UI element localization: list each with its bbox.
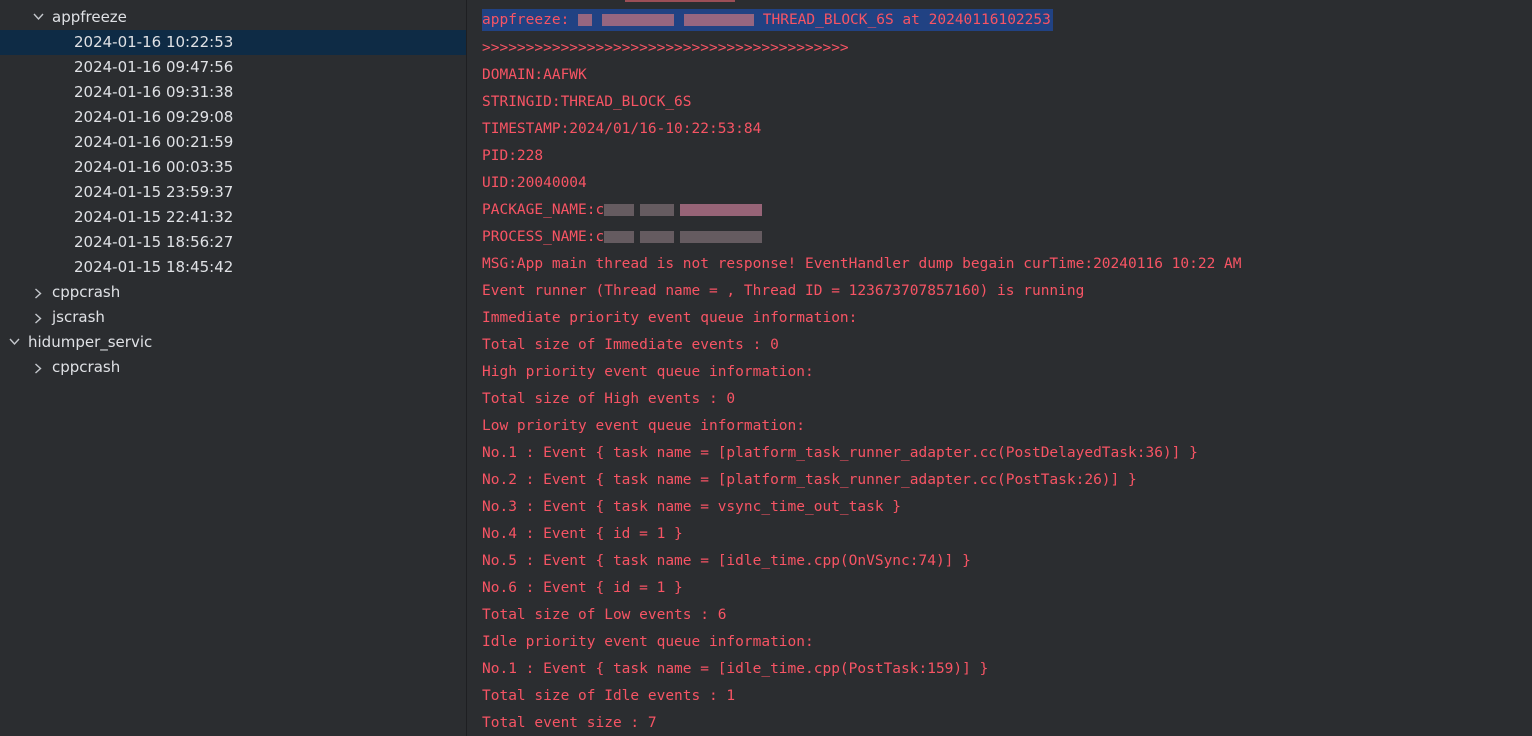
log-line: Event runner (Thread name = , Thread ID … [482, 283, 1085, 299]
chevron-down-icon[interactable] [9, 330, 21, 355]
log-line: No.6 : Event { id = 1 } [482, 580, 683, 596]
tree-item-log-entry[interactable]: 2024-01-16 09:31:38 [0, 80, 466, 105]
tree-item-log-entry[interactable]: 2024-01-15 22:41:32 [0, 205, 466, 230]
redacted-block [640, 231, 675, 243]
tree-folder-label: appfreeze [52, 8, 127, 26]
tree-folder-label: cppcrash [52, 358, 121, 376]
cut-off-line [625, 0, 735, 2]
log-header-prefix: appfreeze: [482, 12, 579, 28]
log-line: No.1 : Event { task name = [platform_tas… [482, 445, 1198, 461]
tree-folder-label: cppcrash [52, 283, 121, 301]
tree-item-log-entry[interactable]: 2024-01-16 10:22:53 [0, 30, 466, 55]
log-line: No.3 : Event { task name = vsync_time_ou… [482, 499, 902, 515]
log-line: No.2 : Event { task name = [platform_tas… [482, 472, 1137, 488]
log-uid: UID:20040004 [482, 175, 587, 191]
app-window: appfreeze 2024-01-16 10:22:53 2024-01-16… [0, 0, 1532, 736]
log-package-name: PACKAGE_NAME:c [482, 199, 763, 221]
log-line: Idle priority event queue information: [482, 634, 814, 650]
tree-item-log-entry[interactable]: 2024-01-16 09:47:56 [0, 55, 466, 80]
tree-item-log-entry[interactable]: 2024-01-16 00:03:35 [0, 155, 466, 180]
log-entry-label: 2024-01-16 10:22:53 [74, 33, 234, 51]
tree-item-log-entry[interactable]: 2024-01-15 23:59:37 [0, 180, 466, 205]
tree-folder-appfreeze[interactable]: appfreeze [0, 5, 466, 30]
tree-item-log-entry[interactable]: 2024-01-15 18:45:42 [0, 255, 466, 280]
log-entry-label: 2024-01-16 09:47:56 [74, 58, 234, 76]
log-line: Total size of Idle events : 1 [482, 688, 736, 704]
tree-item-log-entry[interactable]: 2024-01-16 09:29:08 [0, 105, 466, 130]
tree-folder-jscrash[interactable]: jscrash [0, 305, 466, 330]
log-line: No.1 : Event { task name = [idle_time.cp… [482, 661, 989, 677]
chevron-right-icon[interactable] [34, 280, 46, 305]
log-entry-label: 2024-01-15 18:56:27 [74, 233, 234, 251]
chevron-right-icon[interactable] [34, 305, 46, 330]
log-line: Low priority event queue information: [482, 418, 806, 434]
log-pid: PID:228 [482, 148, 544, 164]
tree-folder-cppcrash[interactable]: cppcrash [0, 280, 466, 305]
redacted-block [602, 14, 675, 26]
log-header-line[interactable]: appfreeze: THREAD_BLOCK_6S at 2024011610… [482, 9, 1053, 31]
log-entry-label: 2024-01-16 00:21:59 [74, 133, 234, 151]
log-timestamp: TIMESTAMP:2024/01/16-10:22:53:84 [482, 121, 762, 137]
log-domain: DOMAIN:AAFWK [482, 67, 587, 83]
log-content-panel[interactable]: appfreeze: THREAD_BLOCK_6S at 2024011610… [466, 0, 1532, 736]
tree-folder-label: jscrash [52, 308, 105, 326]
tree-item-log-entry[interactable]: 2024-01-16 00:21:59 [0, 130, 466, 155]
log-stringid: STRINGID:THREAD_BLOCK_6S [482, 94, 692, 110]
redacted-block [680, 231, 763, 243]
log-entry-label: 2024-01-16 09:29:08 [74, 108, 234, 126]
log-line: Total event size : 7 [482, 715, 657, 731]
log-line: Total size of High events : 0 [482, 391, 736, 407]
redacted-block [684, 14, 755, 26]
log-line: Total size of Low events : 6 [482, 607, 727, 623]
log-entry-label: 2024-01-15 18:45:42 [74, 258, 234, 276]
chevron-right-icon[interactable] [34, 355, 46, 380]
redacted-block [680, 204, 763, 216]
redacted-block [604, 231, 635, 243]
log-line: MSG:App main thread is not response! Eve… [482, 256, 1242, 272]
redacted-block [640, 204, 675, 216]
package-name-label: PACKAGE_NAME:c [482, 202, 605, 218]
tree-folder-cppcrash-2[interactable]: cppcrash [0, 355, 466, 380]
process-name-label: PROCESS_NAME:c [482, 229, 605, 245]
log-line: No.5 : Event { task name = [idle_time.cp… [482, 553, 971, 569]
log-line: High priority event queue information: [482, 364, 814, 380]
log-entry-label: 2024-01-15 22:41:32 [74, 208, 234, 226]
redacted-block [604, 204, 635, 216]
log-line: Total size of Immediate events : 0 [482, 337, 779, 353]
log-header-suffix: THREAD_BLOCK_6S at 20240116102253 [754, 12, 1051, 28]
tree-folder-hidumper-servic[interactable]: hidumper_servic [0, 330, 466, 355]
log-line: Immediate priority event queue informati… [482, 310, 858, 326]
log-entry-label: 2024-01-16 09:31:38 [74, 83, 234, 101]
log-entry-label: 2024-01-16 00:03:35 [74, 158, 234, 176]
log-line: No.4 : Event { id = 1 } [482, 526, 683, 542]
redacted-block [578, 14, 593, 26]
log-separator: >>>>>>>>>>>>>>>>>>>>>>>>>>>>>>>>>>>>>>>>… [482, 40, 849, 56]
log-entry-label: 2024-01-15 23:59:37 [74, 183, 234, 201]
log-process-name: PROCESS_NAME:c [482, 226, 763, 248]
chevron-down-icon[interactable] [33, 5, 45, 30]
tree-folder-label: hidumper_servic [28, 333, 153, 351]
log-tree-panel[interactable]: appfreeze 2024-01-16 10:22:53 2024-01-16… [0, 0, 466, 736]
tree-item-log-entry[interactable]: 2024-01-15 18:56:27 [0, 230, 466, 255]
